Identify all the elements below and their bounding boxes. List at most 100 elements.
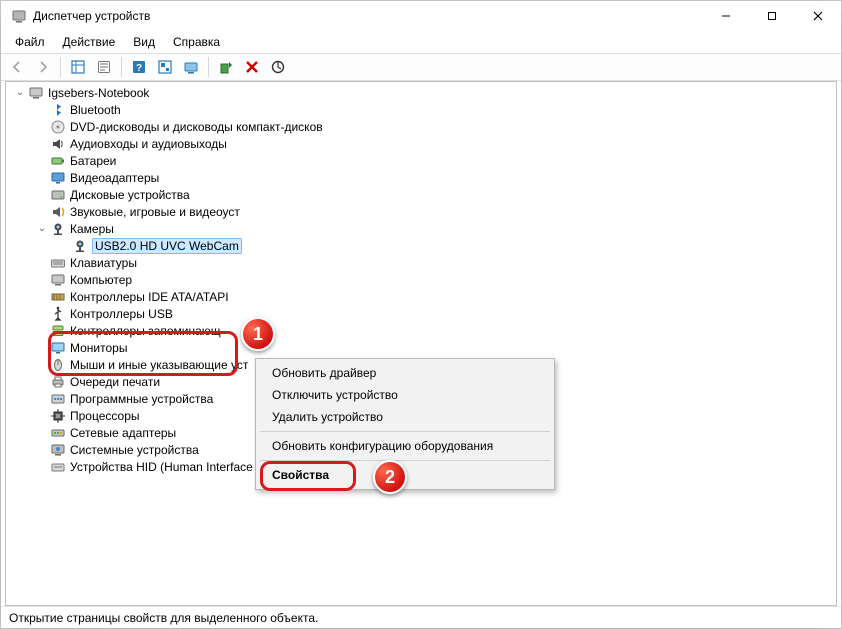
tree-node-label: Контроллеры USB [70, 307, 173, 321]
statusbar: Открытие страницы свойств для выделенног… [1, 606, 841, 628]
dvd-icon [50, 119, 66, 135]
mouse-icon [50, 357, 66, 373]
tree-node-label: Батареи [70, 154, 116, 168]
menu-action[interactable]: Действие [55, 33, 124, 51]
tree-node[interactable]: Мониторы [36, 339, 836, 356]
tree-root-label: Igsebers-Notebook [48, 86, 149, 100]
tree-node[interactable]: Клавиатуры [36, 254, 836, 271]
svg-text:?: ? [136, 63, 142, 74]
tree-node[interactable]: Компьютер [36, 271, 836, 288]
webcam-icon [72, 238, 88, 254]
device-manager-window: Диспетчер устройств Файл Действие Вид Сп… [0, 0, 842, 629]
status-text: Открытие страницы свойств для выделенног… [9, 611, 318, 625]
toolbar: ? [1, 53, 841, 81]
maximize-button[interactable] [749, 1, 795, 31]
computer-icon [28, 85, 44, 101]
sound-icon [50, 204, 66, 220]
tree-node[interactable]: Bluetooth [36, 101, 836, 118]
tree-node-label: Процессоры [70, 409, 140, 423]
ctx-uninstall-device[interactable]: Удалить устройство [258, 406, 552, 428]
disk-icon [50, 187, 66, 203]
menu-view[interactable]: Вид [125, 33, 163, 51]
window-controls [703, 1, 841, 31]
ctx-separator [260, 460, 550, 461]
ctx-properties[interactable]: Свойства [258, 464, 552, 486]
app-icon [11, 8, 27, 24]
tree-node[interactable]: DVD-дисководы и дисководы компакт-дисков [36, 118, 836, 135]
tree-node[interactable]: Контроллеры IDE ATA/ATAPI [36, 288, 836, 305]
tree-root-node[interactable]: ⌄ Igsebers-Notebook [14, 84, 836, 101]
tree-node[interactable]: Звуковые, игровые и видеоуст [36, 203, 836, 220]
tree-node-label: Видеоадаптеры [70, 171, 159, 185]
content-area: ⌄ Igsebers-Notebook Bluetooth DVD-дисководы… [1, 81, 841, 606]
tree-node-label: Мыши и иные указывающие уст [70, 358, 248, 372]
monitor-icon [50, 340, 66, 356]
toolbar-separator [60, 57, 61, 77]
tree-node-label: Звуковые, игровые и видеоуст [70, 205, 240, 219]
tree-node-label: Программные устройства [70, 392, 213, 406]
tree-node-label: Компьютер [70, 273, 132, 287]
keyboard-icon [50, 255, 66, 271]
tree-node[interactable]: USB2.0 HD UVC WebCam [58, 237, 836, 254]
chevron-down-icon[interactable]: ⌄ [14, 87, 26, 99]
scan-changes-icon[interactable] [266, 56, 290, 78]
printer-icon [50, 374, 66, 390]
refresh-icon[interactable] [153, 56, 177, 78]
tree-node-label: Системные устройства [70, 443, 199, 457]
tree-node-label: Контроллеры IDE ATA/ATAPI [70, 290, 229, 304]
toolbar-separator [208, 57, 209, 77]
show-hidden-icon[interactable] [66, 56, 90, 78]
menu-file[interactable]: Файл [7, 33, 53, 51]
storage-icon [50, 323, 66, 339]
update-driver-icon[interactable] [214, 56, 238, 78]
menubar: Файл Действие Вид Справка [1, 31, 841, 53]
minimize-button[interactable] [703, 1, 749, 31]
device-tree-pane[interactable]: ⌄ Igsebers-Notebook Bluetooth DVD-дисководы… [5, 81, 837, 606]
tree-node[interactable]: ⌄ Камеры [36, 220, 836, 237]
bluetooth-icon [50, 102, 66, 118]
tree-node[interactable]: Дисковые устройства [36, 186, 836, 203]
system-icon [50, 442, 66, 458]
tree-node[interactable]: Аудиовходы и аудиовыходы [36, 135, 836, 152]
computer-icon [50, 272, 66, 288]
menu-help[interactable]: Справка [165, 33, 228, 51]
uninstall-icon[interactable] [240, 56, 264, 78]
tree-node[interactable]: Контроллеры запоминающ [36, 322, 836, 339]
network-icon [50, 425, 66, 441]
toolbar-separator [121, 57, 122, 77]
tree-node[interactable]: Видеоадаптеры [36, 169, 836, 186]
tree-node-label: USB2.0 HD UVC WebCam [92, 238, 242, 254]
close-button[interactable] [795, 1, 841, 31]
help-icon[interactable]: ? [127, 56, 151, 78]
forward-icon[interactable] [31, 56, 55, 78]
tree-node-label: Контроллеры запоминающ [70, 324, 221, 338]
back-icon[interactable] [5, 56, 29, 78]
cpu-icon [50, 408, 66, 424]
window-title: Диспетчер устройств [33, 9, 703, 23]
tree-node-label: Мониторы [70, 341, 127, 355]
tree-node-label: Bluetooth [70, 103, 121, 117]
ctx-disable-device[interactable]: Отключить устройство [258, 384, 552, 406]
ctx-separator [260, 431, 550, 432]
tree-node-label: Клавиатуры [70, 256, 137, 270]
chevron-down-icon[interactable]: ⌄ [36, 223, 48, 235]
tree-node[interactable]: Батареи [36, 152, 836, 169]
tree-node-label: DVD-дисководы и дисководы компакт-дисков [70, 120, 323, 134]
tree-node-label: Очереди печати [70, 375, 160, 389]
tree-node-label: Сетевые адаптеры [70, 426, 176, 440]
display-icon [50, 170, 66, 186]
ctx-update-driver[interactable]: Обновить драйвер [258, 362, 552, 384]
context-menu: Обновить драйвер Отключить устройство Уд… [255, 358, 555, 490]
audio-icon [50, 136, 66, 152]
tree-node-label: Камеры [70, 222, 114, 236]
ide-icon [50, 289, 66, 305]
tree-node-label: Дисковые устройства [70, 188, 190, 202]
tree-node-label: Аудиовходы и аудиовыходы [70, 137, 227, 151]
scan-icon[interactable] [179, 56, 203, 78]
software-icon [50, 391, 66, 407]
ctx-scan-hardware[interactable]: Обновить конфигурацию оборудования [258, 435, 552, 457]
titlebar: Диспетчер устройств [1, 1, 841, 31]
tree-node[interactable]: Контроллеры USB [36, 305, 836, 322]
properties-icon[interactable] [92, 56, 116, 78]
usb-icon [50, 306, 66, 322]
